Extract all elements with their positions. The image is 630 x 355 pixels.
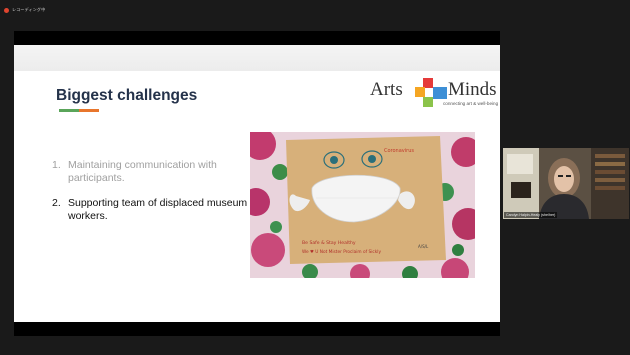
card-heading: Coronavirus (384, 148, 414, 154)
title-underline (59, 109, 99, 112)
logo-square-green (423, 97, 433, 107)
recording-indicator: レコーディング中 (0, 0, 630, 20)
logo-tagline: connecting art & well-being (443, 101, 499, 106)
recording-label: レコーディング中 (12, 7, 46, 12)
card-signature: A/S/L (418, 244, 429, 249)
list-item-number: 1. (52, 159, 61, 171)
participant-video-feed (503, 148, 629, 219)
list-item-number: 2. (52, 197, 61, 209)
logo-square-orange (415, 87, 425, 97)
challenge-list: 1. Maintaining communication with partic… (52, 159, 252, 235)
logo-square-blue (433, 87, 447, 99)
list-item: 2. Supporting team of displaced museum w… (52, 197, 252, 223)
list-item: 1. Maintaining communication with partic… (52, 159, 252, 185)
list-item-text: Supporting team of displaced museum work… (68, 197, 248, 222)
arts-and-minds-logo: Arts Minds connecting art & well-being (370, 78, 498, 112)
slide-header-band (14, 45, 500, 71)
presentation-slide: Biggest challenges Arts Minds connecting… (14, 45, 500, 322)
participant-video[interactable]: Carolyn Halpin-Healy (she/her) (503, 148, 629, 219)
recording-dot-icon (4, 7, 9, 13)
slide-title: Biggest challenges (56, 87, 198, 104)
logo-minds-word: Minds (448, 79, 497, 100)
card-line-2: We ♥ U Not Mister Proclaim of Sickly (302, 249, 381, 255)
logo-arts-word: Arts (370, 79, 403, 100)
mask-card-photo: Coronavirus Be Safe & Stay Healthy We ♥ … (250, 132, 475, 278)
shared-screen: Biggest challenges Arts Minds connecting… (14, 31, 500, 336)
list-item-text: Maintaining communication with participa… (68, 159, 217, 184)
cardboard-card: Coronavirus Be Safe & Stay Healthy We ♥ … (286, 136, 446, 264)
card-line-1: Be Safe & Stay Healthy (302, 240, 356, 246)
participant-name: Carolyn Halpin-Healy (she/her) (504, 212, 558, 218)
